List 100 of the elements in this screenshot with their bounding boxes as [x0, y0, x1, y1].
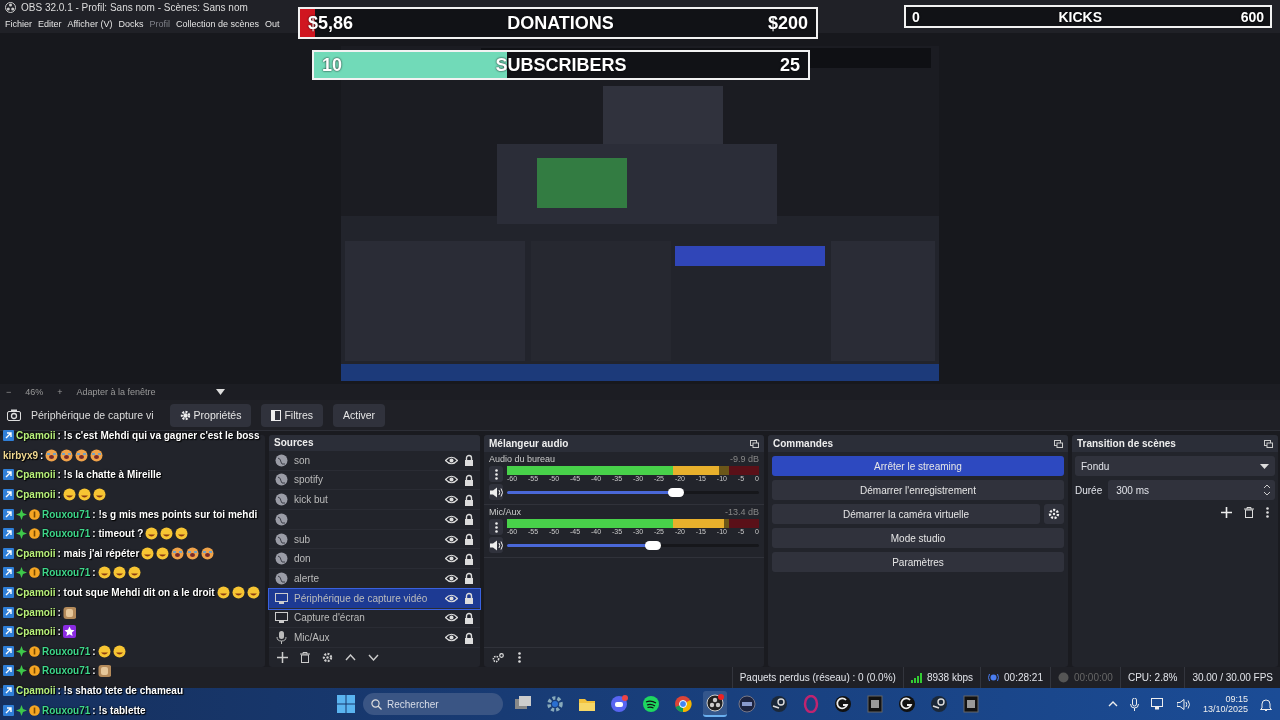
globe-icon — [275, 571, 288, 585]
eye-icon[interactable] — [445, 455, 458, 465]
command-button[interactable]: Démarrer l'enregistrement — [772, 480, 1064, 500]
app-icon — [866, 695, 884, 713]
lock-icon[interactable] — [464, 454, 474, 467]
settings-button[interactable] — [1044, 504, 1064, 524]
zoom-in-button[interactable]: + — [57, 387, 63, 397]
command-button[interactable]: Mode studio — [772, 528, 1064, 548]
more-button[interactable] — [489, 466, 503, 482]
eye-icon[interactable] — [445, 593, 458, 603]
source-row[interactable]: Périphérique de capture vidéo — [269, 588, 480, 609]
menu-item[interactable]: Docks — [118, 19, 144, 29]
settings-icon — [1048, 508, 1060, 520]
undock-icon[interactable] — [1264, 439, 1273, 448]
lock-icon[interactable] — [464, 513, 474, 526]
lock-icon[interactable] — [464, 611, 474, 624]
chat-username: Cpamoii — [16, 626, 56, 638]
panel-title: Mélangeur audio — [489, 438, 569, 449]
command-button[interactable]: Démarrer la caméra virtuelle — [772, 504, 1040, 524]
lock-icon[interactable] — [464, 631, 474, 644]
eye-icon[interactable] — [445, 514, 458, 524]
chat-message: : — [40, 449, 44, 461]
microphone-icon[interactable] — [1129, 697, 1139, 711]
menu-item[interactable]: Afficher (V) — [67, 19, 113, 29]
eye-icon[interactable] — [445, 633, 458, 643]
badge-icon — [3, 587, 14, 599]
app-icon — [898, 695, 916, 713]
source-row[interactable]: Mic/Aux — [269, 628, 480, 648]
undock-icon[interactable] — [750, 439, 759, 448]
volume-icon[interactable] — [1176, 698, 1191, 710]
menu-item[interactable]: Out — [265, 19, 280, 29]
emoji-icon — [112, 644, 126, 658]
eye-icon[interactable] — [445, 495, 458, 505]
source-row[interactable]: don — [269, 549, 480, 570]
chevron-up-icon[interactable] — [345, 653, 356, 661]
badge-icon — [3, 626, 14, 638]
channel-name: Audio du bureau — [489, 454, 556, 464]
chevron-down-icon[interactable] — [368, 653, 379, 661]
chat-username: Cpamoii — [16, 587, 56, 599]
browser-icon — [674, 695, 692, 713]
lock-icon[interactable] — [464, 592, 474, 605]
chat-username: Cpamoii — [16, 469, 56, 481]
zoom-dropdown[interactable]: Adapter à la fenêtre — [76, 387, 225, 397]
network-icon[interactable] — [1150, 698, 1165, 710]
undock-icon[interactable] — [1054, 439, 1063, 448]
slider-thumb[interactable] — [667, 487, 684, 497]
more-icon[interactable] — [1266, 507, 1269, 518]
source-row[interactable]: sub — [269, 529, 480, 550]
menu-item[interactable]: Collection de scènes — [175, 19, 259, 29]
volume-slider[interactable] — [507, 543, 759, 547]
command-button[interactable]: Arrêter le streaming — [772, 456, 1064, 476]
source-row[interactable]: son — [269, 450, 480, 471]
stream-time: 00:28:21 — [1004, 672, 1043, 683]
speaker-icon — [489, 539, 503, 551]
trash-icon[interactable] — [300, 651, 310, 663]
monitor-icon — [275, 611, 288, 625]
transition-dropdown[interactable]: Fondu — [1075, 456, 1275, 476]
notification-icon[interactable] — [1260, 697, 1272, 711]
mute-button[interactable] — [489, 484, 503, 500]
gear-button[interactable]: Propriétés — [169, 403, 252, 427]
source-row[interactable]: spotify — [269, 470, 480, 491]
eye-icon[interactable] — [445, 475, 458, 485]
source-row[interactable]: Capture d'écran — [269, 608, 480, 629]
duration-field[interactable]: 300 ms — [1108, 480, 1275, 500]
activate-button[interactable]: Activer — [333, 403, 386, 427]
mute-button[interactable] — [489, 537, 503, 553]
eye-icon[interactable] — [445, 573, 458, 583]
volume-slider[interactable] — [507, 490, 759, 494]
lock-icon[interactable] — [464, 473, 474, 486]
emoji-icon — [127, 566, 141, 580]
more-icon[interactable] — [518, 652, 521, 663]
monitor-icon — [275, 591, 288, 605]
zoom-out-button[interactable]: − — [6, 387, 12, 397]
globe-icon — [275, 512, 288, 526]
menu-item[interactable]: Fichier — [5, 19, 32, 29]
source-row[interactable]: kick but — [269, 490, 480, 510]
trash-icon[interactable] — [1244, 507, 1254, 518]
eye-icon[interactable] — [445, 534, 458, 544]
lock-icon[interactable] — [464, 552, 474, 565]
taskbar-button[interactable] — [703, 691, 727, 717]
filter-button[interactable]: Filtres — [261, 403, 324, 427]
badge-icon — [3, 704, 14, 716]
slider-thumb[interactable] — [645, 540, 662, 550]
sparkle-icon — [16, 704, 27, 716]
add-icon[interactable] — [277, 651, 288, 663]
menu-item[interactable]: Editer — [38, 19, 62, 29]
chat-username: Rouxou71 — [42, 645, 91, 657]
emoji-icon — [97, 644, 111, 658]
search-field[interactable]: Rechercher — [363, 693, 503, 715]
settings-icon[interactable] — [322, 651, 333, 663]
eye-icon[interactable] — [445, 554, 458, 564]
eye-icon[interactable] — [445, 613, 458, 623]
lock-icon[interactable] — [464, 533, 474, 546]
gears-icon[interactable] — [492, 652, 504, 663]
lock-icon[interactable] — [464, 493, 474, 506]
caret-icon — [1260, 463, 1269, 469]
more-button[interactable] — [489, 519, 503, 535]
emoji-icon — [186, 546, 200, 560]
command-button[interactable]: Paramètres — [772, 552, 1064, 572]
lock-icon[interactable] — [464, 572, 474, 585]
